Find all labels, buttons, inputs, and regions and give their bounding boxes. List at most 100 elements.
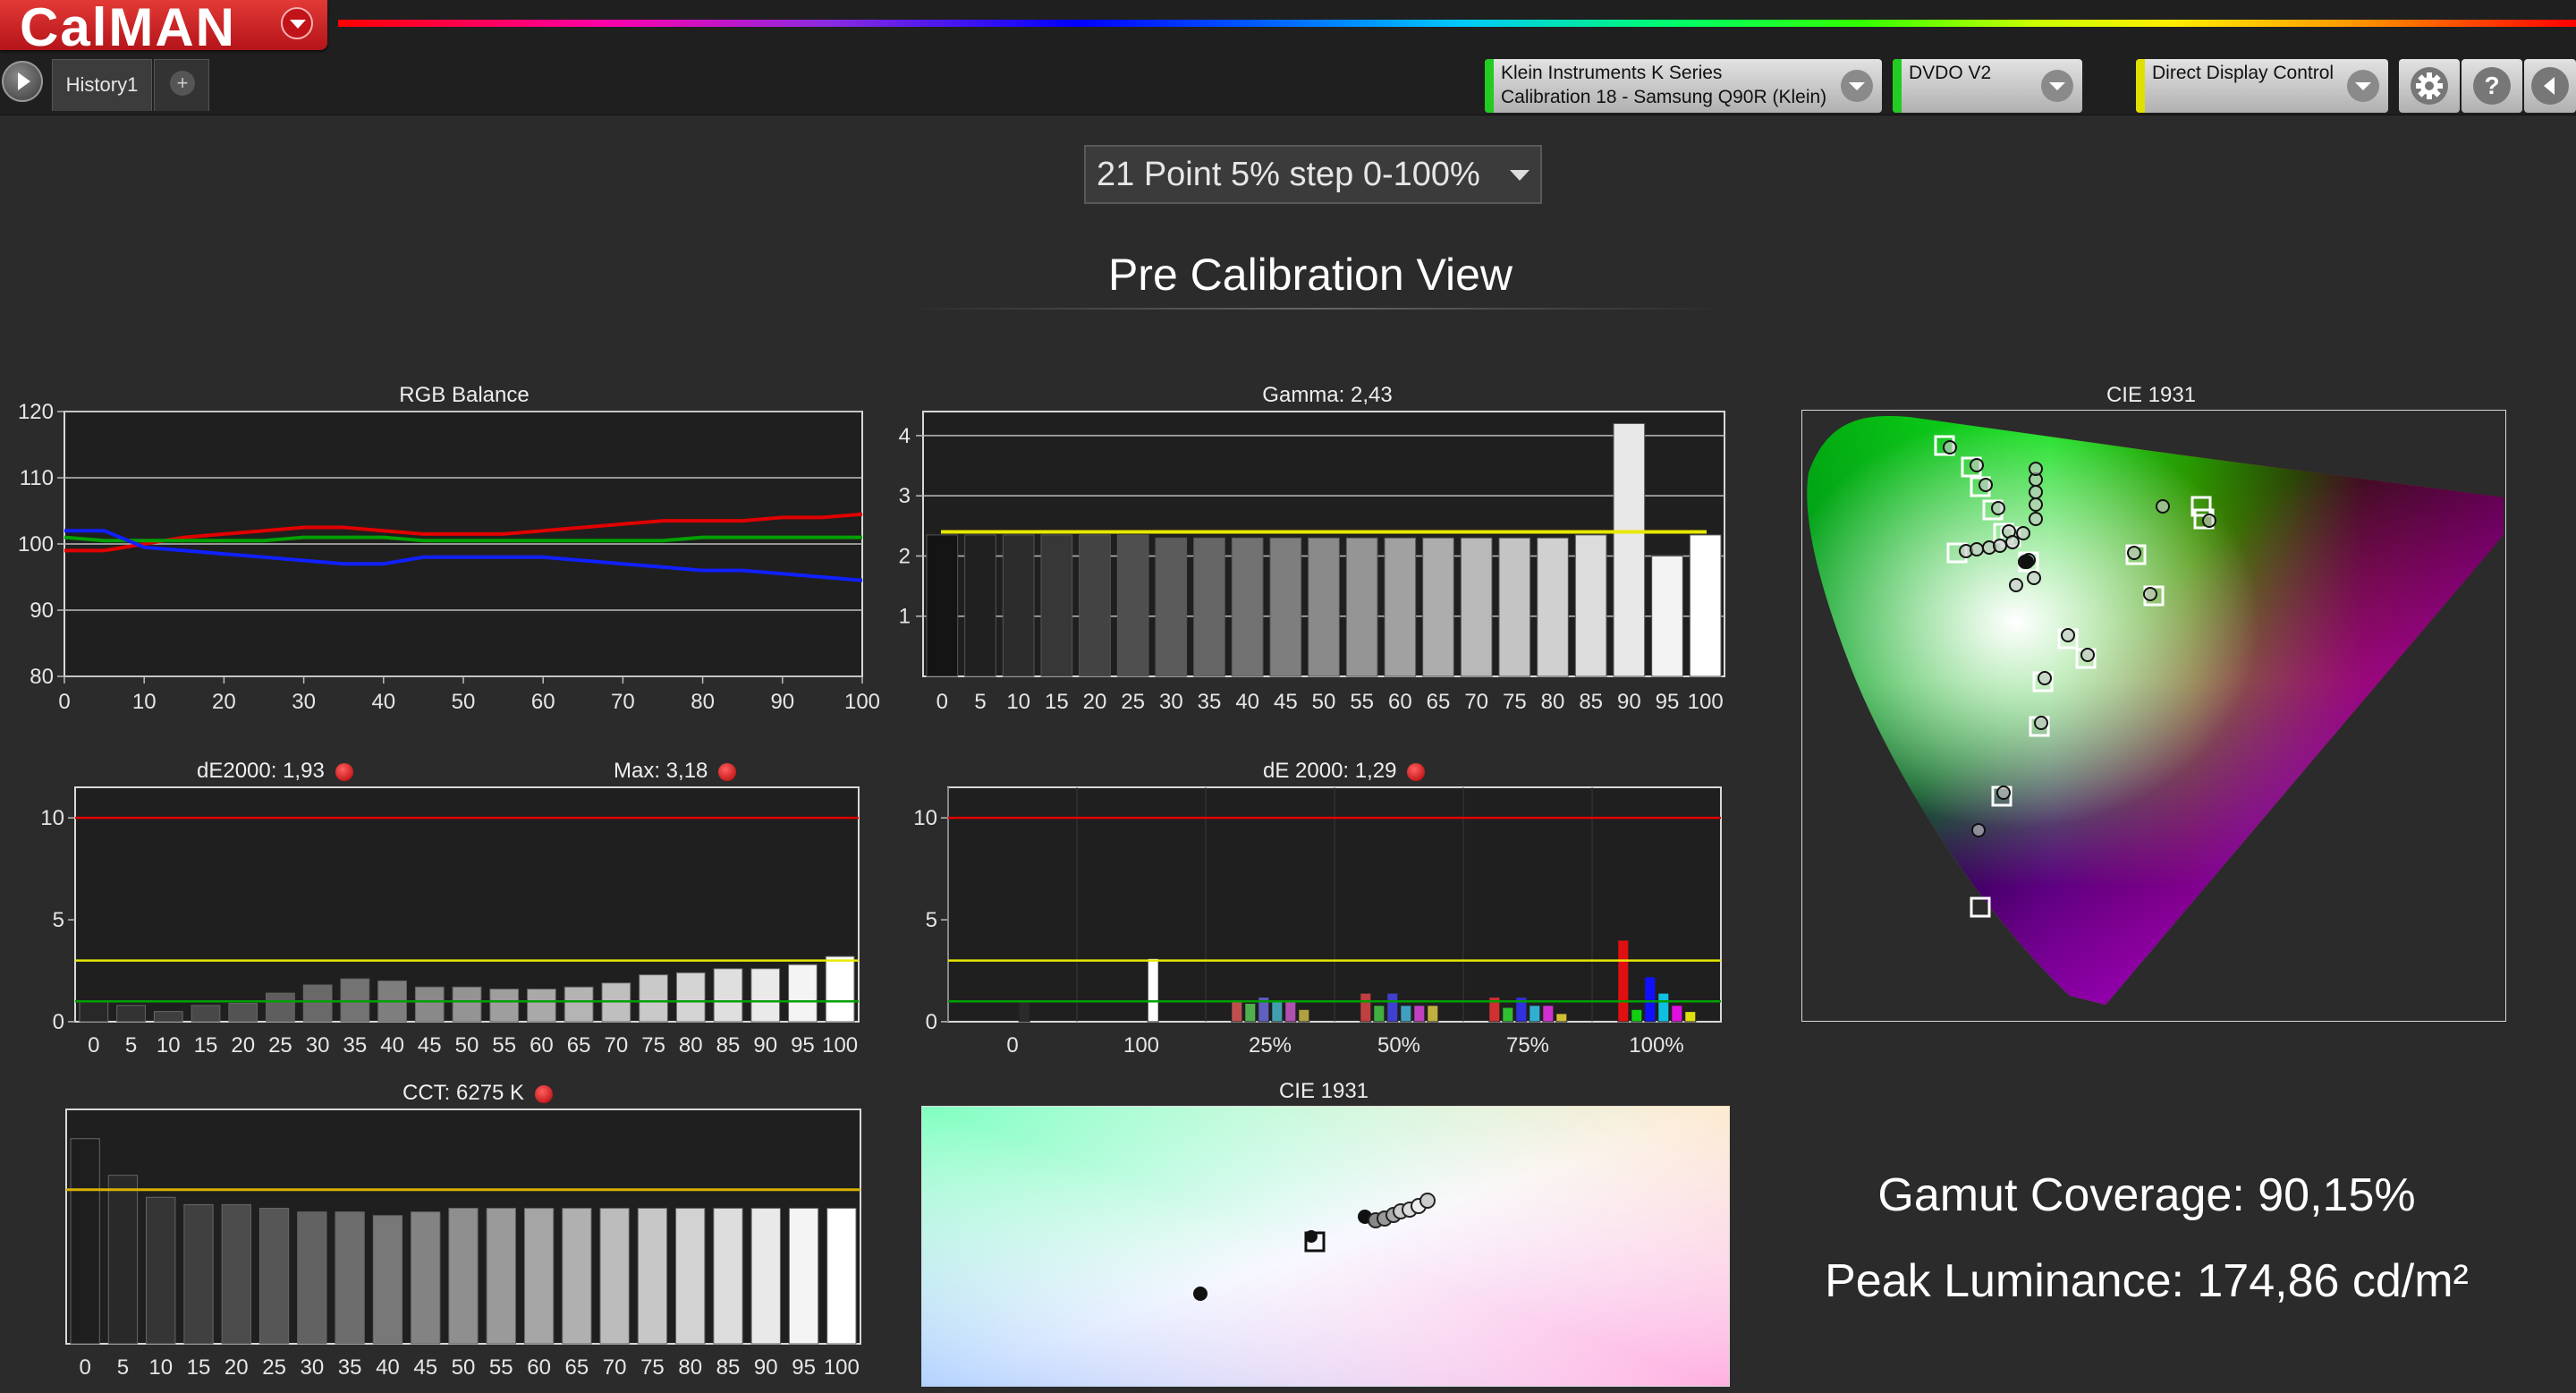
cie-measured-dot [2080, 648, 2095, 662]
title-bar [0, 0, 2576, 54]
de-color-chart: 10 5 0 0 100 25% 50% 75% 100% [913, 786, 1722, 1054]
cie-zoom-tint [921, 1106, 1730, 1387]
tick-label: 65 [565, 1355, 589, 1380]
de-color-bar [1386, 992, 1399, 1023]
cct-bar [297, 1211, 327, 1345]
gamma-bar [1651, 555, 1683, 677]
de-color-bar [1231, 1000, 1243, 1023]
de-bar [452, 986, 482, 1023]
gamma-bar [926, 534, 959, 677]
chevron-down-icon[interactable] [281, 7, 313, 39]
tick-label: 60 [1388, 690, 1412, 714]
source-name: DVDO V2 [1909, 63, 1992, 83]
step-selector[interactable]: 21 Point 5% step 0-100% [1084, 145, 1542, 204]
cct-bar [70, 1138, 100, 1345]
de-bar [191, 1005, 221, 1023]
de-color-bar [1271, 1000, 1284, 1023]
cct-bar [523, 1208, 555, 1345]
de-color-bar [1400, 1005, 1412, 1023]
tick-label: 0 [936, 690, 948, 714]
collapse-button[interactable] [2524, 59, 2576, 113]
cie-measured-dot [1970, 542, 1984, 556]
de-color-bar [1555, 1013, 1568, 1023]
tick-label: 85 [716, 1033, 741, 1054]
tick-label: 10 [40, 806, 64, 830]
cct-bar [826, 1208, 857, 1345]
calman-menu-button[interactable]: CalMAN [0, 0, 327, 57]
chevron-down-icon[interactable] [2041, 70, 2073, 102]
de-color-bar [1502, 1007, 1514, 1023]
tick-label: 50 [452, 690, 476, 714]
black-point-marker [1193, 1287, 1208, 1301]
play-icon[interactable] [2, 61, 43, 102]
gamma-bar [1308, 537, 1340, 677]
tick-label: 10 [132, 690, 157, 714]
meter-device-selector[interactable]: Klein Instruments K Series Calibration 1… [1485, 59, 1882, 113]
de-color-bar [1657, 992, 1670, 1023]
tick-label: 85 [1579, 690, 1603, 714]
de-bar [825, 956, 855, 1023]
cie-measured-dot [2038, 671, 2052, 685]
tick-label: 60 [527, 1355, 551, 1380]
tick-label: 40 [1235, 690, 1259, 714]
gamma-bar [1613, 422, 1646, 677]
de-color-bar [1529, 1005, 1541, 1023]
cct-chart: 0 5 10 15 20 25 30 35 40 45 50 55 60 65 70 75 80 85 90 95 10… [65, 1108, 861, 1380]
cct-bar [750, 1208, 781, 1345]
de-bar [750, 968, 781, 1023]
de-color-bar [1427, 1005, 1439, 1023]
source-device-selector[interactable]: DVDO V2 [1893, 59, 2082, 113]
cie-whitepoint-zoom [921, 1106, 1730, 1387]
de-color-bar [1684, 1011, 1697, 1023]
tick-label: 45 [1274, 690, 1298, 714]
settings-button[interactable] [2399, 59, 2460, 113]
tick-label: 100 [844, 690, 880, 714]
gamma-bar [1345, 537, 1378, 677]
tick-label: 20 [212, 690, 236, 714]
tick-label: 55 [1350, 690, 1374, 714]
cie-measured-dot [1996, 786, 2011, 800]
cct-bar [258, 1208, 290, 1345]
tick-label: 35 [338, 1355, 362, 1380]
gamma-bar [1574, 534, 1607, 677]
de-bar [414, 986, 445, 1023]
tick-label: 10 [148, 1355, 173, 1380]
tick-label: 80 [679, 1033, 703, 1054]
plus-icon: + [170, 71, 195, 96]
tick-label: 95 [1656, 690, 1680, 714]
tick-label: 100 [822, 1033, 858, 1054]
de-color-bar [1617, 939, 1630, 1023]
tick-label: 100 [1123, 1033, 1159, 1054]
tick-label: 40 [376, 1355, 400, 1380]
tick-label: 5 [926, 908, 937, 932]
tab-history1[interactable]: History1 [52, 59, 152, 111]
chevron-down-icon[interactable] [2347, 70, 2379, 102]
de-color-bar [1147, 957, 1159, 1023]
tick-label: 70 [603, 1355, 627, 1380]
de-color-bar [1018, 1000, 1030, 1023]
cie-measured-dot [2202, 514, 2216, 528]
tick-label: 60 [530, 1033, 554, 1054]
tick-label: 15 [194, 1033, 218, 1054]
cie-measured-dot [2009, 578, 2023, 592]
cie-measured-dot [2029, 512, 2043, 526]
gamma-bar [1193, 537, 1225, 677]
display-device-selector[interactable]: Direct Display Control [2136, 59, 2388, 113]
de-bar [788, 964, 818, 1023]
tick-label: 80 [1541, 690, 1565, 714]
tick-label: 25% [1249, 1033, 1292, 1054]
cie-measured-dot [1991, 501, 2005, 515]
cie-measured-dot [2005, 535, 2020, 549]
help-button[interactable]: ? [2462, 59, 2522, 113]
tick-label: 5 [117, 1355, 129, 1380]
add-tab-button[interactable]: + [154, 59, 209, 111]
cie-zoom-title: CIE 1931 [1278, 1079, 1369, 1103]
gamma-bar [1422, 537, 1454, 677]
chevron-down-icon[interactable] [1841, 70, 1873, 102]
tick-label: 30 [292, 690, 316, 714]
de-color-bar [1644, 976, 1657, 1023]
de-bar [228, 1002, 258, 1023]
tick-label: 55 [489, 1355, 513, 1380]
display-name: Direct Display Control [2152, 63, 2334, 83]
tick-label: 20 [231, 1033, 255, 1054]
